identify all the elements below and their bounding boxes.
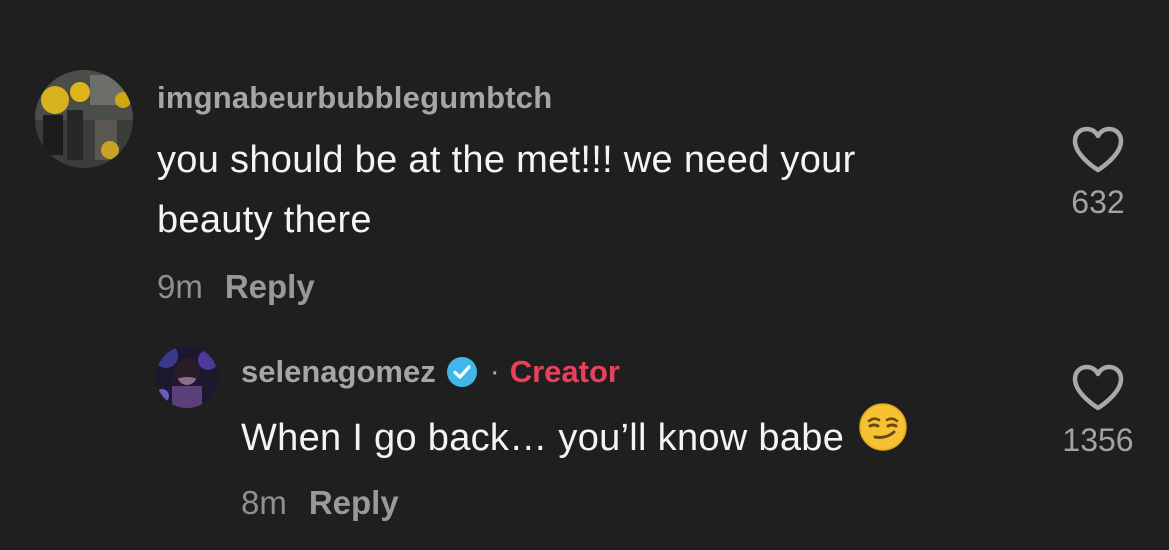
comment-text: you should be at the met!!! we need your… [157,130,1017,250]
reply-username[interactable]: selenagomez [241,354,436,390]
reply-text: When I go back… you’ll know babe [241,403,908,470]
reply-button[interactable]: Reply [225,268,315,305]
comments-screen: { "comments": [ { "username": "imgnabeur… [0,0,1169,550]
reply-meta: 8m Reply [241,484,399,522]
heart-outline-icon [1072,364,1124,411]
creator-badge: Creator [509,354,620,389]
comment-meta: 9m Reply [157,268,315,306]
smirking-face-emoji [858,402,908,470]
verified-badge-icon [446,356,478,388]
reply-header: selenagomez · Creator [241,354,620,390]
comment-timestamp: 9m [157,268,203,305]
heart-outline-icon [1072,126,1124,173]
commenter-avatar[interactable] [35,70,133,168]
like-count: 632 [1071,184,1125,220]
like-count: 1356 [1062,422,1134,458]
commenter-username[interactable]: imgnabeurbubblegumbtch [157,80,552,116]
reply-timestamp: 8m [241,484,287,521]
reply-text-content: When I go back… you’ll know babe [241,417,845,459]
like-button[interactable]: 1356 [1048,364,1148,459]
comment-text-line-1: you should be at the met!!! we need your [157,139,856,181]
reply-button[interactable]: Reply [309,484,399,521]
reply-avatar[interactable] [156,346,218,408]
like-button[interactable]: 632 [1048,126,1148,221]
separator-dot: · [489,355,500,388]
comment-text-line-2: beauty there [157,199,372,241]
